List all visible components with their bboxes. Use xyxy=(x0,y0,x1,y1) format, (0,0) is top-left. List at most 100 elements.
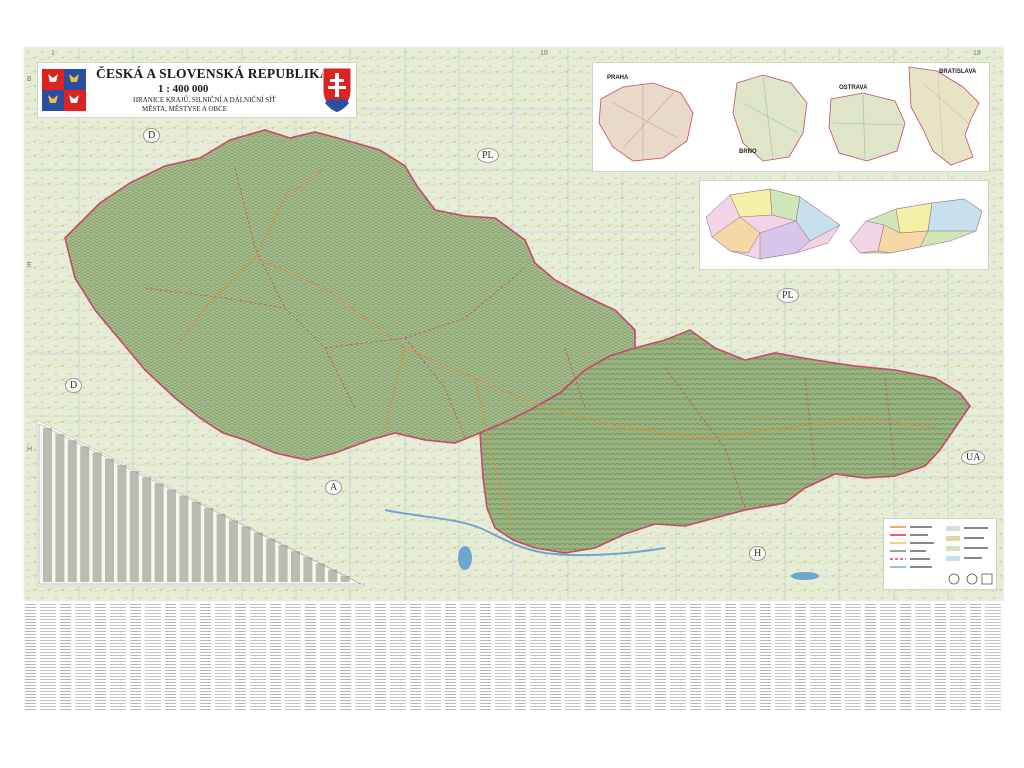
index-column xyxy=(985,604,1001,710)
map-title: ČESKÁ A SLOVENSKÁ REPUBLIKA xyxy=(96,66,330,81)
index-column xyxy=(145,604,161,710)
index-column xyxy=(410,604,421,710)
index-column xyxy=(655,604,666,710)
wedge-index-column xyxy=(291,551,300,582)
index-column xyxy=(480,604,491,710)
city-insets-drawing xyxy=(598,66,980,166)
city-insets-panel: PRAHA BRNO OSTRAVA BRATISLAVA xyxy=(592,62,990,172)
index-column xyxy=(130,604,141,710)
index-column xyxy=(760,604,771,710)
grid-label-col-18: 18 xyxy=(973,50,981,57)
index-column xyxy=(235,604,246,710)
index-column xyxy=(810,604,826,710)
index-column xyxy=(795,604,806,710)
wedge-index-column xyxy=(303,557,313,582)
index-column xyxy=(950,604,966,710)
index-column xyxy=(935,604,946,710)
grid-label-col-10: 10 xyxy=(540,50,548,57)
map-legend xyxy=(883,518,997,590)
index-column xyxy=(620,604,631,710)
index-column xyxy=(375,604,386,710)
slovak-coat-of-arms-icon xyxy=(322,67,352,113)
index-column xyxy=(830,604,841,710)
index-column xyxy=(900,604,911,710)
country-label-poland-west: PL xyxy=(477,148,499,163)
map-subtitle-line2: MĚSTA, MĚSTYSE A OBCE xyxy=(142,105,228,113)
index-column xyxy=(915,604,931,710)
index-column xyxy=(40,604,56,710)
wedge-index-column xyxy=(340,575,350,582)
wedge-index-column xyxy=(80,446,90,582)
index-column xyxy=(970,604,981,710)
map-scale: 1 : 400 000 xyxy=(158,83,209,95)
region-insets-panel xyxy=(699,180,989,270)
index-column xyxy=(180,604,196,710)
index-column xyxy=(635,604,651,710)
index-column xyxy=(515,604,526,710)
index-column xyxy=(690,604,701,710)
index-column xyxy=(880,604,896,710)
index-column xyxy=(340,604,351,710)
country-label-poland-east: PL xyxy=(777,288,799,303)
title-box: ČESKÁ A SLOVENSKÁ REPUBLIKA 1 : 400 000 … xyxy=(37,62,357,118)
index-column xyxy=(585,604,596,710)
region-insets-drawing xyxy=(705,188,983,260)
index-column xyxy=(550,604,561,710)
wedge-index-column xyxy=(92,452,102,582)
index-column xyxy=(75,604,91,710)
wedge-index-column xyxy=(117,464,127,582)
index-column xyxy=(215,604,231,710)
index-column xyxy=(530,604,546,710)
index-column xyxy=(60,604,71,710)
grid-label-row-B: B xyxy=(27,76,32,83)
wedge-index-column xyxy=(266,538,276,582)
wedge-index-column xyxy=(229,520,238,582)
index-column xyxy=(355,604,371,710)
wedge-index-column xyxy=(328,569,338,582)
index-column xyxy=(445,604,456,710)
index-column xyxy=(705,604,721,710)
wedge-index-column xyxy=(129,471,139,582)
inset-label-praha: PRAHA xyxy=(607,75,629,81)
inset-label-brno: BRNO xyxy=(739,149,757,155)
inset-label-bratislava: BRATISLAVA xyxy=(939,69,977,75)
legend-symbols xyxy=(890,526,993,585)
wedge-index-column xyxy=(43,427,52,582)
slovak-regions-map xyxy=(849,198,983,254)
grid-label-row-H: H xyxy=(27,446,33,453)
wedge-index-column xyxy=(154,483,164,582)
index-column xyxy=(865,604,876,710)
wedge-index-column xyxy=(167,489,176,582)
wedge-index-column xyxy=(278,545,288,582)
grid-label-col-1: 1 xyxy=(51,50,55,57)
lake-neusiedl xyxy=(458,546,472,570)
index-column xyxy=(305,604,316,710)
index-column xyxy=(200,604,211,710)
map-subtitle-line1: HRANICE KRAJŮ, SILNIČNÍ A DÁLNIČNÍ SÍŤ xyxy=(133,96,276,104)
index-column xyxy=(285,604,301,710)
praha-plan xyxy=(598,82,694,162)
index-column xyxy=(165,604,176,710)
wedge-index-column xyxy=(179,495,189,582)
index-column xyxy=(740,604,756,710)
index-column xyxy=(270,604,281,710)
index-column xyxy=(725,604,736,710)
index-column xyxy=(250,604,266,710)
grid-label-row-E: E xyxy=(27,262,32,269)
index-column xyxy=(110,604,126,710)
wedge-index-column xyxy=(191,501,201,582)
wedge-index-column xyxy=(315,563,325,582)
index-column xyxy=(95,604,106,710)
index-column xyxy=(600,604,616,710)
map-poster: 1 10 18 B E H ČESKÁ A SLOVENSKÁ REPUBLIK… xyxy=(25,48,1003,600)
wedge-index-column xyxy=(105,458,114,582)
czech-regions-map xyxy=(705,188,841,260)
wedge-index-column xyxy=(67,440,77,582)
lake-balaton xyxy=(791,572,819,580)
wedge-index-column xyxy=(216,514,226,582)
index-column xyxy=(425,604,441,710)
index-column xyxy=(320,604,336,710)
index-column xyxy=(25,604,36,710)
index-column xyxy=(390,604,406,710)
wedge-index-column xyxy=(204,508,214,582)
